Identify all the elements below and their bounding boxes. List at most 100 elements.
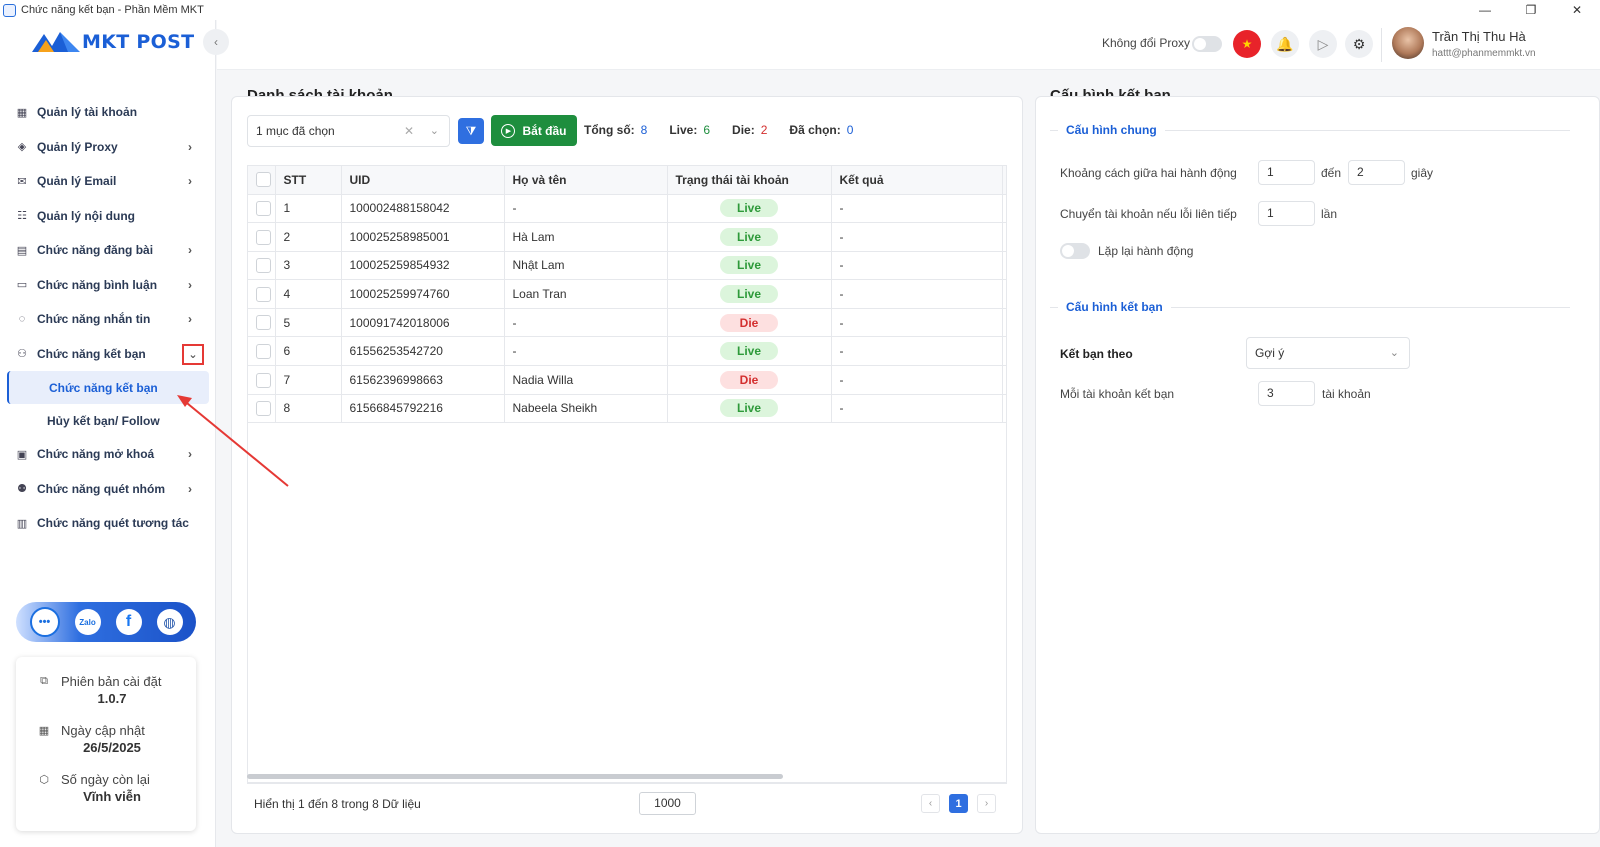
checkbox-cell [248,194,276,224]
update-row: ▦ Ngày cập nhật [16,720,196,740]
uid-cell: 100002488158042 [341,194,505,224]
status-cell: Live [667,222,832,252]
table-row[interactable]: 4100025259974760Loan TranLive-- [248,279,1006,309]
expand-toggle-button[interactable]: ⌄ [182,343,204,365]
per-account-label: Mỗi tài khoản kết bạn [1060,387,1175,401]
delay-to-label: đến [1321,166,1342,180]
stt-cell: 5 [275,308,342,338]
sidebar-item-add-friend[interactable]: ⚇ Chức năng kết bạn ⌄ [0,337,216,372]
checkbox-cell [248,279,276,309]
delay-to-input[interactable]: 2 [1348,160,1405,185]
facebook-icon[interactable]: f [115,609,142,635]
status-badge: Die [720,313,778,332]
sidebar-item-scan-groups[interactable]: ⚉ Chức năng quét nhóm › [0,472,216,507]
delay-label: Khoảng cách giữa hai hành động [1060,166,1237,180]
friend-by-select[interactable]: Gợi ý ⌄ [1246,337,1410,369]
table-row[interactable]: 5100091742018006-Die-- [248,308,1006,338]
logo-text: MKT POST [82,31,195,53]
per-account-input[interactable]: 3 [1258,381,1315,406]
sidebar-item-label: Quản lý nội dung [37,208,135,223]
sidebar-item-content-management[interactable]: ☷ Quản lý nội dung [0,199,216,234]
sidebar-item-proxy-management[interactable]: ◈ Quản lý Proxy › [0,130,216,165]
scan-icon: ▥ [16,517,28,530]
table-row[interactable]: 1100002488158042-Live-- [248,194,1006,224]
row-checkbox[interactable] [256,401,271,417]
checkbox-cell [248,222,276,252]
account-stats: Tổng số: 8 Live: 6 Die: 2 Đã chọn: 0 [584,123,875,137]
switch-account-input[interactable]: 1 [1258,201,1315,226]
page-button-current[interactable]: 1 [949,794,968,813]
sidebar-subitem-unfriend-follow[interactable]: Hủy kết bạn/ Follow [0,404,216,437]
table-row[interactable]: 3100025259854932Nhật LamLive-- [248,251,1006,281]
repeat-toggle[interactable] [1060,243,1090,259]
page-size-input[interactable]: 1000 [639,792,696,815]
name-cell: Nhật Lam [504,251,668,281]
sidebar-item-posting[interactable]: ▤ Chức năng đăng bài › [0,233,216,268]
table-row[interactable]: 661556253542720-Live-- [248,336,1006,367]
globe-icon[interactable]: ◍ [156,609,183,635]
zalo-icon[interactable]: Zalo [74,609,101,635]
column-header[interactable]: STT [275,166,342,195]
avatar[interactable] [1392,27,1424,59]
proxy-toggle[interactable] [1192,36,1222,52]
stat-die: Die: 2 [732,123,767,137]
result-cell: - [831,336,1003,367]
row-checkbox[interactable] [256,200,271,216]
account-select[interactable]: 1 mục đã chọn ✕ ⌄ [247,115,450,147]
sidebar-item-label: Chức năng nhắn tin [37,312,151,327]
column-header[interactable]: Kết quả [831,166,1003,195]
stt-cell: 8 [275,394,342,424]
sidebar-subitem-add-friend[interactable]: Chức năng kết bạn [7,371,209,404]
row-checkbox[interactable] [256,315,271,331]
name-cell: - [504,308,668,338]
column-header[interactable]: H [1002,166,1006,195]
row-checkbox[interactable] [256,229,271,245]
sidebar-item-account-management[interactable]: ▦ Quản lý tài khoản [0,95,216,130]
clear-icon[interactable]: ✕ [404,124,414,138]
row-checkbox[interactable] [256,286,271,302]
stat-total-label: Tổng số: [584,123,635,137]
sidebar-collapse-button[interactable]: ‹ [203,29,229,55]
content-icon: ☷ [17,210,27,223]
sidebar-item-messaging[interactable]: ◌ Chức năng nhắn tin › [0,302,216,337]
chevron-down-icon: ⌄ [188,348,198,361]
status-badge: Live [720,256,778,275]
divider [247,783,1007,784]
row-checkbox[interactable] [256,343,271,359]
pagination-summary: Hiển thị 1 đến 8 trong 8 Dữ liệu [254,797,421,811]
select-all-checkbox[interactable] [256,172,271,188]
filter-clear-button[interactable]: ⧩ [458,118,484,144]
column-header[interactable]: UID [341,166,505,195]
bell-icon[interactable]: 🔔 [1271,30,1299,58]
minimize-button[interactable]: — [1462,0,1508,20]
sidebar-item-email-management[interactable]: ✉ Quản lý Email › [0,164,216,199]
stt-cell: 6 [275,336,342,367]
delay-from-input[interactable]: 1 [1258,160,1315,185]
close-button[interactable]: ✕ [1554,0,1600,20]
sidebar-item-commenting[interactable]: ▭ Chức năng bình luận › [0,268,216,303]
horizontal-scrollbar[interactable] [247,774,783,779]
sidebar-item-scan-interactions[interactable]: ▥ Chức năng quét tương tác [0,506,216,541]
status-badge: Live [720,227,778,246]
support-chat-icon[interactable]: ••• [29,607,60,637]
prev-page-button[interactable]: ‹ [921,794,940,813]
table-row[interactable]: 2100025258985001Hà LamLive-- [248,222,1006,252]
vietnam-flag-icon[interactable]: ★ [1233,30,1261,58]
restore-button[interactable]: ❐ [1508,0,1554,20]
row-checkbox[interactable] [256,372,271,388]
status-cell: Live [667,194,832,224]
chevron-right-icon: › [188,481,192,496]
table-row[interactable]: 761562396998663Nadia WillaDie-- [248,365,1006,395]
next-page-button[interactable]: › [977,794,996,813]
comment-icon: ▭ [16,279,28,292]
column-header[interactable]: Họ và tên [504,166,668,195]
gear-icon[interactable]: ⚙ [1345,30,1373,58]
status-badge: Live [720,399,778,418]
post-icon: ▤ [16,244,28,257]
sidebar-item-unlock[interactable]: ▣ Chức năng mở khoá › [0,437,216,472]
play-circle-icon[interactable]: ▷ [1309,30,1337,58]
table-row[interactable]: 861566845792216Nabeela SheikhLive-- [248,394,1006,424]
column-header[interactable]: Trạng thái tài khoản [667,166,832,195]
start-button[interactable]: ▶ Bắt đầu [491,115,577,146]
row-checkbox[interactable] [256,258,271,274]
